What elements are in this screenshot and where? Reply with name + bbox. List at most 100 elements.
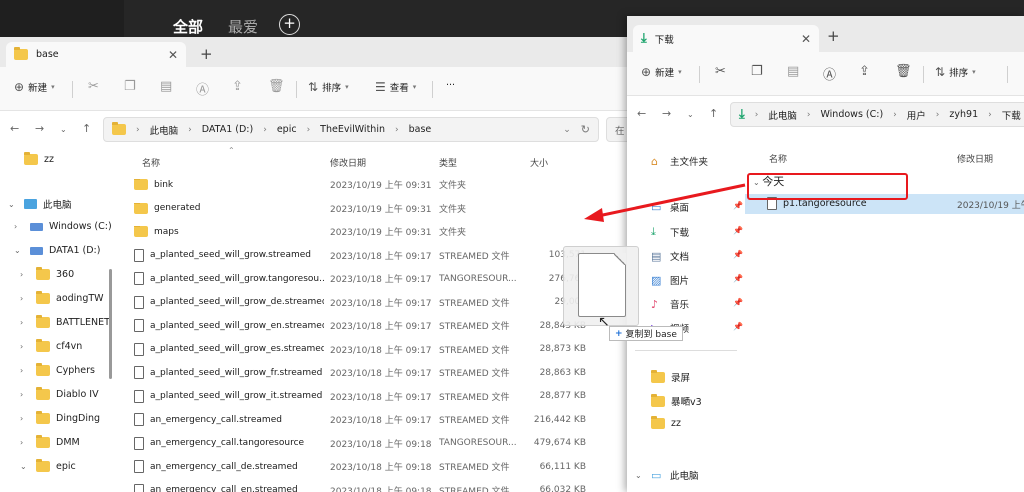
sidebar-item[interactable]: ⌄ DATA1 (D:) <box>14 245 100 256</box>
pin-icon[interactable]: 📌 <box>733 226 743 235</box>
expand-icon[interactable]: › <box>20 390 30 399</box>
expand-icon[interactable]: › <box>20 414 30 423</box>
table-row[interactable]: an_emergency_call.tangoresource 2023/10/1… <box>118 432 628 455</box>
sidebar-item[interactable]: ▤ 文档 <box>651 249 689 264</box>
forward-icon[interactable]: → <box>662 107 671 120</box>
column-type[interactable]: 类型 <box>439 156 457 169</box>
sidebar-item[interactable]: 录屏 <box>651 369 690 384</box>
table-row[interactable]: maps 2023/10/19 上午 09:31 文件夹 <box>118 220 628 243</box>
rename-icon[interactable]: Ⓐ <box>196 79 209 98</box>
sidebar-item[interactable]: › DingDing <box>20 411 100 424</box>
tab-base[interactable]: base ✕ <box>6 42 186 67</box>
table-row[interactable]: an_emergency_call_en.streamed 2023/10/18 … <box>118 479 628 492</box>
column-name[interactable]: 名称 <box>142 156 160 169</box>
copy-icon[interactable]: ❐ <box>751 64 763 79</box>
expand-icon[interactable]: › <box>20 318 30 327</box>
expand-icon[interactable]: › <box>20 342 30 351</box>
table-row[interactable]: a_planted_seed_will_grow_de.streamed 2023… <box>118 291 628 314</box>
view-button[interactable]: ☰ 查看 ▾ <box>375 80 416 94</box>
table-row[interactable]: a_planted_seed_will_grow_it.streamed 2023… <box>118 385 628 408</box>
rename-icon[interactable]: Ⓐ <box>823 64 836 83</box>
up-icon[interactable]: ↑ <box>82 122 91 135</box>
breadcrumb-item[interactable]: base <box>409 124 432 135</box>
table-row[interactable]: a_planted_seed_will_grow_en.streamed 2023… <box>118 314 628 337</box>
sidebar-item[interactable]: › aodingTW <box>20 291 104 304</box>
expand-icon[interactable]: › <box>20 438 30 447</box>
sort-button[interactable]: ⇅ 排序 ▾ <box>935 65 976 79</box>
address-bar[interactable]: ⤓ › 此电脑 › Windows (C:) › 用户 › zyh91 › 下载 <box>730 102 1024 127</box>
breadcrumb-item[interactable]: 用户 <box>907 108 926 122</box>
sidebar-scrollbar[interactable] <box>109 269 112 379</box>
chevron-down-icon[interactable]: ⌄ <box>563 125 571 135</box>
breadcrumb-item[interactable]: TheEvilWithin <box>320 124 385 135</box>
column-name[interactable]: 名称 <box>769 152 787 165</box>
forward-icon[interactable]: → <box>35 122 44 135</box>
table-row[interactable]: a_planted_seed_will_grow.tangoresou... 20… <box>118 267 628 290</box>
sidebar-item[interactable]: › Diablo IV <box>20 387 99 400</box>
tab-all[interactable]: 全部 <box>173 16 203 37</box>
expand-icon[interactable]: › <box>20 270 30 279</box>
sidebar-item[interactable]: ⌄ ▭ 此电脑 <box>635 468 699 483</box>
sidebar-item[interactable]: ⌂ 主文件夹 <box>651 154 708 169</box>
tab-favorites[interactable]: 最爱 <box>228 16 258 37</box>
table-row[interactable]: a_planted_seed_will_grow_es.streamed 2023… <box>118 338 628 361</box>
back-icon[interactable]: ← <box>10 122 19 135</box>
paste-icon[interactable]: ▤ <box>787 64 799 79</box>
expand-icon[interactable]: ⌄ <box>635 471 645 480</box>
sidebar-item[interactable]: zz <box>651 416 681 429</box>
address-bar[interactable]: › 此电脑 › DATA1 (D:) › epic › TheEvilWithi… <box>103 117 599 142</box>
breadcrumb-item[interactable]: 此电脑 <box>768 108 797 122</box>
expand-icon[interactable]: › <box>14 222 24 231</box>
table-row[interactable]: bink 2023/10/19 上午 09:31 文件夹 <box>118 173 628 196</box>
up-icon[interactable]: ↑ <box>709 107 718 120</box>
expand-icon[interactable]: ⌄ <box>20 462 30 471</box>
chevron-down-icon[interactable]: ⌄ <box>687 110 694 119</box>
close-icon[interactable]: ✕ <box>168 48 178 62</box>
pin-icon[interactable]: 📌 <box>733 298 743 307</box>
table-row[interactable]: generated 2023/10/19 上午 09:31 文件夹 <box>118 197 628 220</box>
share-icon[interactable]: ⇪ <box>232 79 243 94</box>
expand-icon[interactable]: ⌄ <box>8 200 18 209</box>
breadcrumb-item[interactable]: epic <box>277 124 297 135</box>
table-row[interactable]: an_emergency_call.streamed 2023/10/18 上午 … <box>118 408 628 431</box>
sidebar-item[interactable]: ⌄ epic <box>20 459 76 472</box>
cut-icon[interactable]: ✂ <box>715 64 726 79</box>
table-row[interactable]: an_emergency_call_de.streamed 2023/10/18 … <box>118 455 628 478</box>
add-button[interactable]: + <box>279 14 300 35</box>
new-tab-button[interactable]: + <box>200 45 213 63</box>
expand-icon[interactable]: › <box>20 294 30 303</box>
new-button[interactable]: ⊕ 新建 ▾ <box>641 65 682 79</box>
delete-icon[interactable]: 🗑 <box>268 79 285 94</box>
sidebar-item[interactable]: › Windows (C:) <box>14 221 112 232</box>
sidebar-item[interactable]: › cf4vn <box>20 339 82 352</box>
sidebar-item[interactable]: zz <box>24 152 54 165</box>
breadcrumb-item[interactable]: 此电脑 <box>150 123 179 137</box>
cut-icon[interactable]: ✂ <box>88 79 99 94</box>
column-date[interactable]: 修改日期 <box>330 156 366 169</box>
sidebar-item[interactable]: ⤓ 下载 <box>651 225 689 239</box>
sidebar-item[interactable]: 暴嗮v3 <box>651 393 702 408</box>
sidebar-item[interactable]: ⌄ 此电脑 <box>8 197 72 211</box>
breadcrumb-item[interactable]: 下载 <box>1002 108 1021 122</box>
close-icon[interactable]: ✕ <box>801 32 811 46</box>
back-icon[interactable]: ← <box>637 107 646 120</box>
search-input[interactable]: 在 <box>606 117 628 142</box>
breadcrumb-item[interactable]: Windows (C:) <box>820 109 883 120</box>
pin-icon[interactable]: 📌 <box>733 250 743 259</box>
sidebar-item[interactable]: › DMM <box>20 435 80 448</box>
new-tab-button[interactable]: + <box>827 27 840 45</box>
table-row[interactable]: a_planted_seed_will_grow.streamed 2023/10… <box>118 244 628 267</box>
pin-icon[interactable]: 📌 <box>733 322 743 331</box>
sidebar-item[interactable]: › BATTLENET <box>20 315 110 328</box>
new-button[interactable]: ⊕ 新建 ▾ <box>14 80 55 94</box>
paste-icon[interactable]: ▤ <box>160 79 172 94</box>
pin-icon[interactable]: 📌 <box>733 274 743 283</box>
breadcrumb-item[interactable]: DATA1 (D:) <box>202 124 253 135</box>
refresh-icon[interactable]: ↻ <box>581 123 590 136</box>
tab-downloads[interactable]: ⤓ 下载 ✕ <box>633 25 819 52</box>
sidebar-item[interactable]: › 360 <box>20 267 74 280</box>
sort-button[interactable]: ⇅ 排序 ▾ <box>308 80 349 94</box>
delete-icon[interactable]: 🗑 <box>895 64 912 79</box>
more-button[interactable]: ··· <box>446 80 455 91</box>
sidebar-item[interactable]: ♪ 音乐 <box>651 297 689 312</box>
